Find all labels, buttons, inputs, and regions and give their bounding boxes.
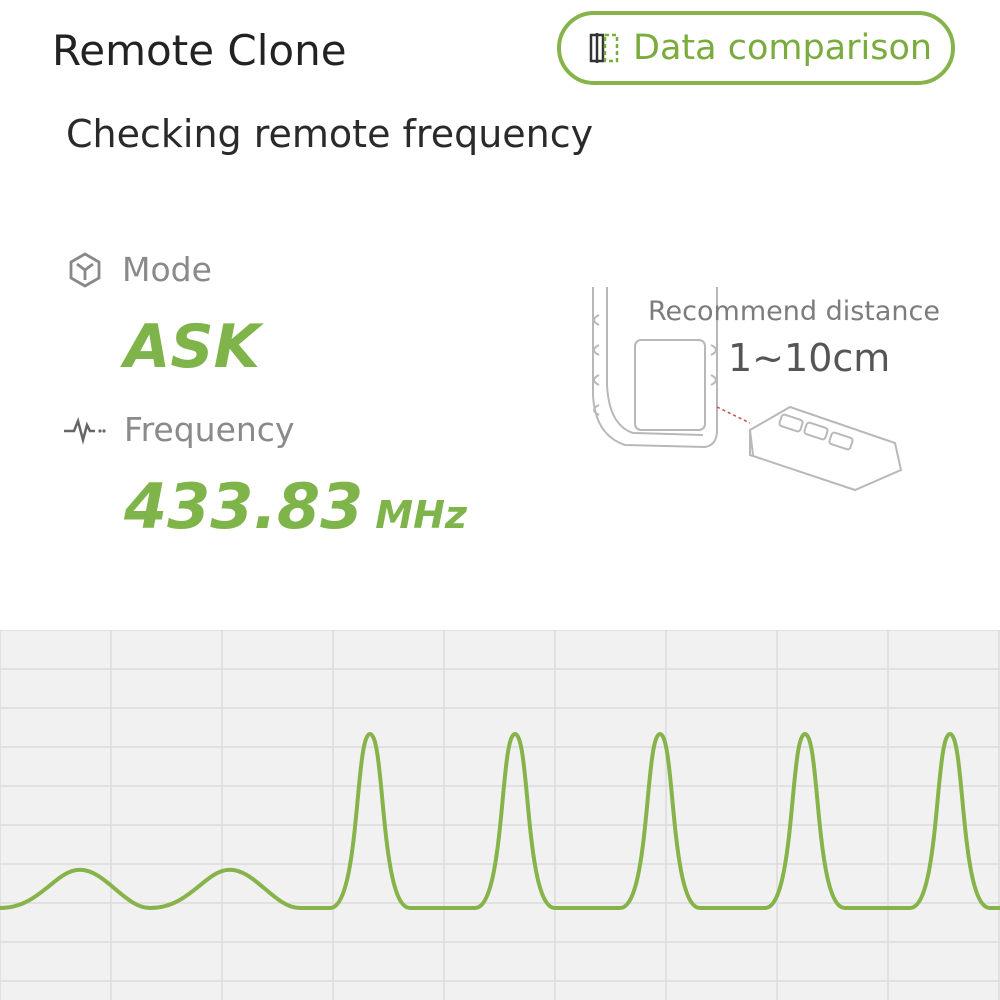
frequency-value-row: 433.83 MHz: [124, 470, 467, 543]
frequency-row: Frequency: [62, 410, 294, 449]
mode-label: Mode: [122, 250, 212, 289]
data-comparison-button[interactable]: Data comparison: [557, 11, 955, 85]
recommend-distance-label: Recommend distance: [648, 296, 940, 327]
mode-row: Mode: [66, 250, 212, 289]
frequency-value: 433.83: [124, 470, 364, 543]
recommend-distance-value: 1~10cm: [728, 336, 891, 380]
frequency-unit: MHz: [375, 493, 467, 537]
mode-value: ASK: [124, 312, 261, 382]
signal-waveform-chart: [0, 630, 1000, 1000]
frequency-label: Frequency: [124, 410, 295, 449]
mode-cube-icon: [69, 251, 101, 288]
compare-icon: [589, 33, 619, 63]
data-comparison-label: Data comparison: [633, 28, 933, 68]
status-text: Checking remote frequency: [66, 112, 594, 156]
page-title: Remote Clone: [52, 26, 347, 75]
waveform-icon: [64, 416, 106, 445]
